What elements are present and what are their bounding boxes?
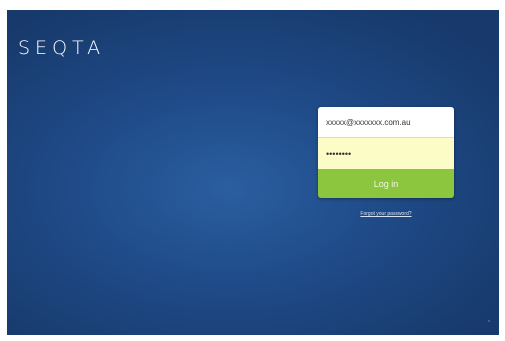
corner-dot <box>488 320 490 322</box>
username-field[interactable] <box>318 107 454 138</box>
password-field[interactable] <box>318 138 454 169</box>
login-form: Log in <box>318 107 454 198</box>
login-screen: SEQTA Log in Forgot your password? <box>7 10 499 335</box>
seqta-logo: SEQTA <box>18 37 106 59</box>
login-button[interactable]: Log in <box>318 169 454 198</box>
forgot-password-link[interactable]: Forgot your password? <box>318 211 454 217</box>
